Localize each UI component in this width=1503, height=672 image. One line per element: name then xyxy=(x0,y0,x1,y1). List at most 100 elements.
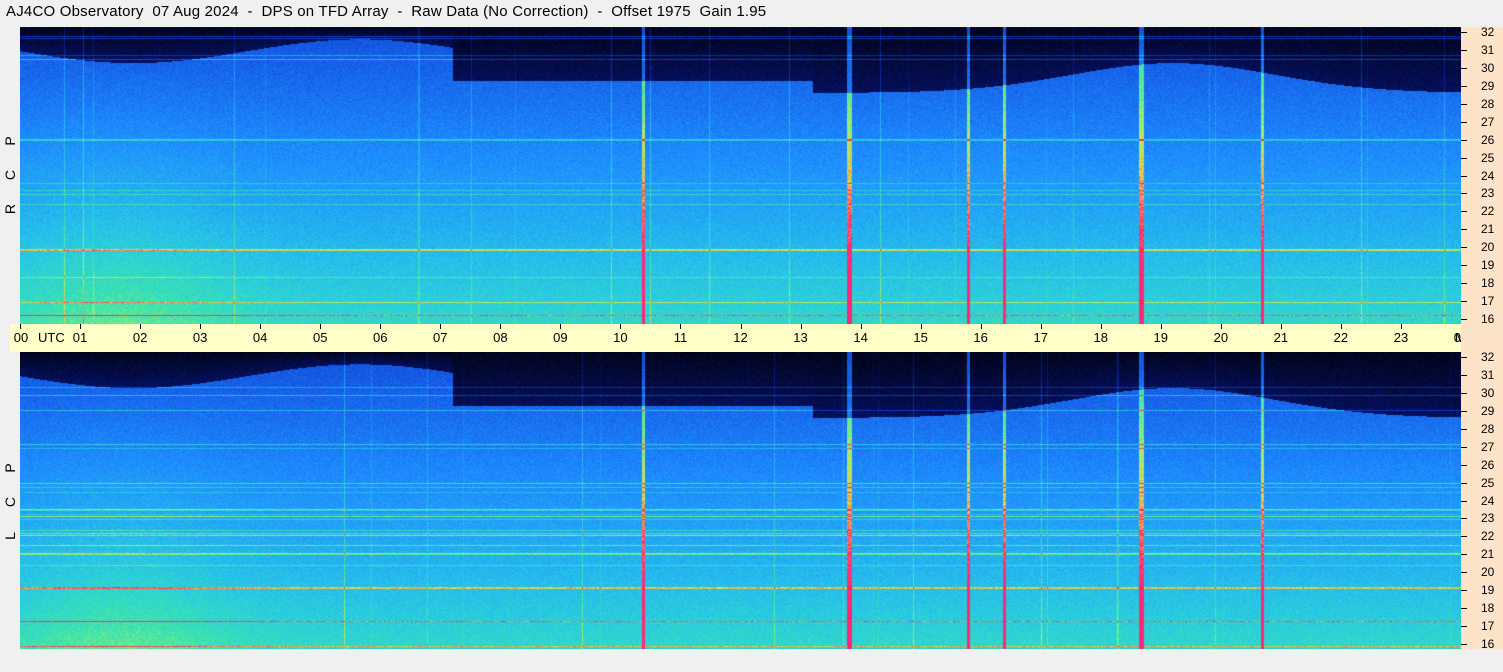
freq-tick xyxy=(1461,283,1467,285)
time-tick xyxy=(20,324,21,329)
time-tick-label: 13 xyxy=(793,330,808,345)
lcp-label: P C L xyxy=(0,451,20,553)
time-tick-label: 09 xyxy=(553,330,568,345)
time-tick xyxy=(500,324,502,329)
time-tick xyxy=(200,324,202,329)
time-tick-label: 14 xyxy=(853,330,868,345)
freq-tick-label: 17 xyxy=(1481,619,1495,634)
time-tick xyxy=(380,324,382,329)
freq-tick-label: 18 xyxy=(1481,601,1495,616)
freq-tick xyxy=(1461,590,1467,592)
freq-tick-label: 26 xyxy=(1481,457,1495,472)
freq-tick xyxy=(1461,626,1467,628)
time-axis-corner xyxy=(1461,324,1503,352)
freq-tick-label: 22 xyxy=(1481,204,1495,219)
time-tick xyxy=(800,324,802,329)
rcp-spectrogram xyxy=(20,27,1461,324)
time-tick-label: 19 xyxy=(1153,330,1169,345)
freq-tick xyxy=(1461,157,1467,159)
time-tick-label: 05 xyxy=(312,330,328,345)
time-tick-label: 17 xyxy=(1033,330,1048,345)
freq-tick-label: 23 xyxy=(1481,511,1495,526)
freq-tick-label: 29 xyxy=(1481,403,1495,418)
time-tick xyxy=(1220,324,1222,329)
freq-tick xyxy=(1461,608,1467,610)
freq-tick xyxy=(1461,357,1467,358)
time-tick xyxy=(320,324,322,329)
lcp-frequency-axis: 32 31 30 29 28 27 26 25 24 23 22 21 20 19 18 17 16 xyxy=(1461,350,1503,651)
time-tick xyxy=(560,324,562,329)
time-tick-label: 08 xyxy=(493,330,508,345)
freq-tick xyxy=(1461,85,1467,87)
freq-tick-label: 32 xyxy=(1481,25,1495,39)
time-tick-label: 21 xyxy=(1273,330,1289,345)
freq-tick-label: 27 xyxy=(1481,439,1495,454)
time-tick xyxy=(1340,324,1342,329)
time-axis: 00 01 02 03 04 05 06 07 08 09 10 11 12 13 14 15 16 17 18 19… xyxy=(10,324,1482,352)
page-title: AJ4CO Observatory 07 Aug 2024 - DPS on T… xyxy=(6,3,767,20)
freq-tick-label: 20 xyxy=(1481,240,1495,255)
freq-tick-label: 21 xyxy=(1481,222,1495,237)
freq-tick xyxy=(1461,374,1467,376)
time-tick-label: 00 xyxy=(13,330,29,345)
time-tick-label: 22 xyxy=(1333,330,1349,345)
freq-tick xyxy=(1461,500,1467,502)
time-tick xyxy=(80,324,82,329)
freq-tick xyxy=(1461,211,1467,213)
freq-tick xyxy=(1461,319,1467,320)
time-tick xyxy=(1100,324,1102,329)
time-tick-label: 10 xyxy=(613,330,628,345)
freq-tick xyxy=(1461,428,1467,430)
freq-tick-label: 29 xyxy=(1481,78,1495,93)
time-tick-label: 03 xyxy=(192,330,208,345)
time-tick xyxy=(260,324,262,329)
freq-tick xyxy=(1461,32,1467,33)
freq-tick xyxy=(1461,301,1467,303)
freq-tick-label: 25 xyxy=(1481,150,1495,165)
freq-tick xyxy=(1461,67,1467,69)
freq-tick-label: 25 xyxy=(1481,475,1495,490)
freq-tick xyxy=(1461,175,1467,177)
freq-tick-label: 30 xyxy=(1481,385,1495,400)
rcp-frequency-axis: 32 31 30 29 28 27 26 25 24 23 22 21 20 19 18 17 16 xyxy=(1461,25,1503,326)
freq-tick xyxy=(1461,572,1467,574)
freq-tick xyxy=(1461,49,1467,51)
freq-tick xyxy=(1461,229,1467,231)
time-tick-label: 06 xyxy=(373,330,388,345)
time-tick xyxy=(620,324,622,329)
freq-tick-label: 27 xyxy=(1481,114,1495,129)
freq-tick-label: 28 xyxy=(1481,421,1495,436)
freq-tick-label: 22 xyxy=(1481,529,1495,544)
time-tick-label: 02 xyxy=(132,330,148,345)
time-tick-label: 15 xyxy=(913,330,928,345)
freq-tick xyxy=(1461,410,1467,412)
freq-tick xyxy=(1461,139,1467,141)
lcp-spectrogram xyxy=(20,352,1461,649)
time-tick-label: 16 xyxy=(973,330,988,345)
freq-tick xyxy=(1461,482,1467,484)
freq-tick-label: 31 xyxy=(1481,367,1495,382)
freq-tick xyxy=(1461,644,1467,645)
freq-tick xyxy=(1461,121,1467,123)
time-tick xyxy=(140,324,142,329)
freq-tick xyxy=(1461,518,1467,520)
freq-tick xyxy=(1461,536,1467,538)
time-tick-label: 01 xyxy=(72,330,88,345)
time-tick xyxy=(980,324,982,329)
time-tick-label: 18 xyxy=(1093,330,1108,345)
freq-tick xyxy=(1461,193,1467,195)
freq-tick xyxy=(1461,392,1467,394)
freq-tick xyxy=(1461,464,1467,466)
freq-tick-label: 19 xyxy=(1481,583,1495,598)
time-tick xyxy=(920,324,922,329)
time-tick-label: 20 xyxy=(1213,330,1229,345)
time-tick xyxy=(1160,324,1162,329)
time-unit-label: UTC xyxy=(38,330,65,345)
freq-tick xyxy=(1461,446,1467,448)
time-tick xyxy=(1280,324,1282,329)
freq-tick-label: 28 xyxy=(1481,96,1495,111)
freq-tick-label: 31 xyxy=(1481,42,1495,57)
freq-tick xyxy=(1461,103,1467,105)
freq-tick-label: 17 xyxy=(1481,294,1495,309)
time-tick xyxy=(1040,324,1042,329)
